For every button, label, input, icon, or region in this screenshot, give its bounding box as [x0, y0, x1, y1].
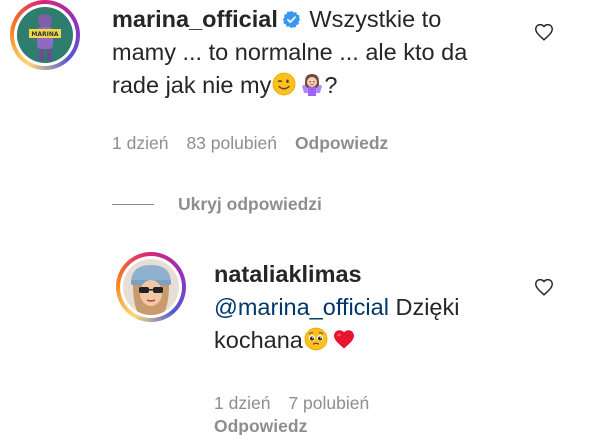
reply-username[interactable]: nataliaklimas [214, 261, 362, 287]
marina-avatar[interactable]: MARINA [10, 0, 80, 70]
comment-timestamp[interactable]: 1 dzień [112, 133, 168, 153]
woman-shrugging-emoji-icon [300, 72, 324, 96]
comment-text-part-2: mamy ... to normalne ... ale kto da [112, 39, 468, 65]
natalia-avatar-image [123, 259, 179, 315]
reply-mention-link[interactable]: @marina_official [214, 294, 389, 320]
red-heart-emoji-icon [332, 327, 356, 351]
natalia-avatar[interactable] [116, 252, 186, 322]
comment-meta: 1 dzień 83 polubień Odpowiedz [112, 132, 388, 154]
comment-body: marina_official Wszystkie to mamy ... to… [112, 3, 532, 102]
reply-line-3: kochana [214, 324, 524, 357]
comment-text-part-1: Wszystkie to [309, 6, 442, 32]
reply-likes-count[interactable]: 7 polubień [288, 393, 369, 413]
svg-text:MARINA: MARINA [31, 31, 58, 38]
comments-panel: MARINA marina_official Wszystkie to mamy… [0, 0, 600, 435]
pleading-face-emoji-icon [304, 327, 328, 351]
reply-reply-button[interactable]: Odpowiedz [214, 416, 307, 435]
hide-replies-button[interactable]: Ukryj odpowiedzi [112, 192, 322, 216]
reply-line-1: nataliaklimas [214, 258, 524, 291]
comment-text-part-4: ? [324, 72, 338, 98]
reply-button[interactable]: Odpowiedz [295, 133, 388, 153]
like-reply-heart-icon[interactable] [533, 276, 555, 298]
comment-line-1: marina_official Wszystkie to [112, 3, 532, 36]
reply-line-2: @marina_official Dzięki [214, 291, 524, 324]
reply-timestamp[interactable]: 1 dzień [214, 393, 270, 413]
like-comment-heart-icon[interactable] [533, 21, 555, 43]
winking-face-emoji-icon [272, 72, 296, 96]
marina-avatar-image: MARINA [17, 7, 73, 63]
reply-body: nataliaklimas @marina_official Dzięki ko… [214, 258, 524, 357]
comment-line-3: rade jak nie my? [112, 69, 532, 102]
verified-badge-icon [282, 10, 301, 29]
reply-meta: 1 dzień 7 polubień [214, 392, 387, 414]
comment-text-part-3: rade jak nie my [112, 72, 272, 98]
comment-username[interactable]: marina_official [112, 6, 278, 32]
reply-meta-line-2: Odpowiedz [214, 415, 307, 435]
hide-replies-label: Ukryj odpowiedzi [178, 193, 322, 214]
hide-replies-divider [112, 203, 154, 205]
reply-text-part-1: Dzięki [388, 294, 460, 320]
comment-likes-count[interactable]: 83 polubień [186, 133, 277, 153]
reply-text-part-2: kochana [214, 327, 303, 353]
